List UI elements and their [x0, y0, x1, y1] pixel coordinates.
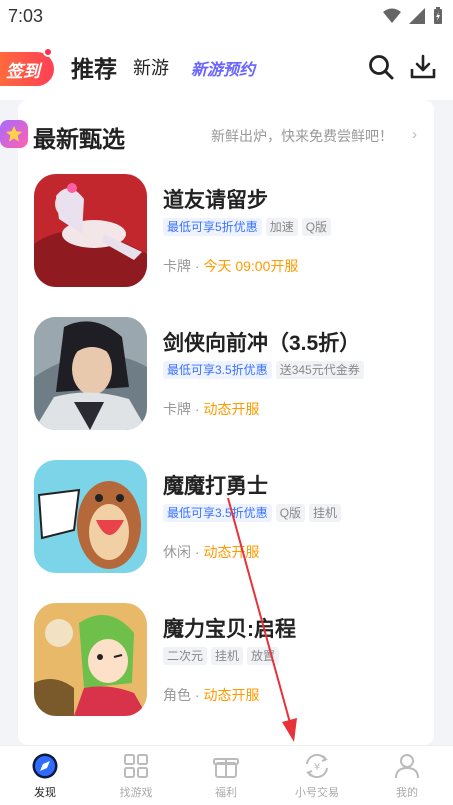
game-list-item[interactable]: 魔力宝贝:启程 二次元 挂机 放置 角色 · 动态开服 — [34, 603, 424, 721]
game-meta: 卡牌 · 动态开服 — [163, 399, 259, 419]
game-icon — [34, 317, 147, 430]
svg-text:¥: ¥ — [314, 762, 320, 773]
star-icon — [0, 120, 28, 148]
tab-new-games[interactable]: 新游 — [133, 54, 169, 80]
game-tag: 挂机 — [211, 647, 244, 665]
discount-tag: 最低可享3.5折优惠 — [163, 504, 272, 522]
release-status: 动态开服 — [203, 544, 260, 560]
game-tag: 挂机 — [309, 504, 342, 522]
discount-tag: 最低可享5折优惠 — [163, 218, 262, 236]
game-tags: 最低可享3.5折优惠 送345元代金券 — [163, 361, 364, 379]
game-name: 魔力宝贝:启程 — [163, 618, 296, 641]
game-list-item[interactable]: 剑侠向前冲（3.5折） 最低可享3.5折优惠 送345元代金券 卡牌 · 动态开… — [34, 317, 424, 435]
game-tag: 送345元代金券 — [275, 361, 364, 379]
game-tag: 二次元 — [163, 647, 208, 665]
nav-find-games-label: 找游戏 — [119, 787, 153, 799]
nav-welfare-label: 福利 — [215, 787, 237, 799]
compass-icon — [32, 753, 58, 779]
grid-icon — [124, 754, 148, 778]
game-icon — [34, 603, 147, 716]
game-tags: 最低可享3.5折优惠 Q版 挂机 — [163, 504, 342, 522]
featured-section: 最新甄选 新鲜出炉，快来免费尝鲜吧！ › 道友请留步 最低可享5折优惠 加速 Q… — [18, 100, 434, 745]
notification-dot — [43, 47, 53, 57]
chevron-right-icon[interactable]: › — [412, 126, 417, 143]
wifi-icon — [383, 8, 401, 23]
tab-new-game-reservation[interactable]: 新游预约 — [191, 56, 255, 80]
game-tag: 加速 — [265, 218, 298, 236]
release-status: 动态开服 — [203, 401, 260, 417]
release-status: 动态开服 — [203, 687, 260, 703]
user-icon — [395, 754, 419, 779]
gift-icon — [213, 758, 239, 778]
nav-account-trading[interactable]: ¥ 小号交易 — [282, 752, 352, 800]
game-icon — [34, 460, 147, 573]
game-name: 剑侠向前冲（3.5折） — [163, 332, 361, 355]
nav-find-games[interactable]: 找游戏 — [101, 752, 171, 800]
status-icons — [383, 7, 443, 25]
game-category: 卡牌 · — [163, 258, 204, 274]
nav-account-trading-label: 小号交易 — [295, 787, 339, 799]
game-tag: 放置 — [247, 647, 280, 665]
game-meta: 卡牌 · 今天 09:00开服 — [163, 256, 298, 276]
discount-tag: 最低可享3.5折优惠 — [163, 361, 272, 379]
section-title: 最新甄选 — [33, 126, 125, 152]
status-time: 7:03 — [8, 6, 44, 26]
nav-discover[interactable]: 发现 — [10, 752, 80, 800]
release-status: 今天 09:00开服 — [203, 258, 299, 274]
search-icon[interactable] — [366, 52, 396, 82]
top-nav: 签到 推荐 新游 新游预约 — [0, 34, 453, 100]
game-name: 魔魔打勇士 — [163, 475, 268, 498]
exchange-icon: ¥ — [306, 753, 328, 779]
game-tags: 最低可享5折优惠 加速 Q版 — [163, 218, 332, 236]
tab-recommend[interactable]: 推荐 — [71, 50, 117, 84]
section-subtitle[interactable]: 新鲜出炉，快来免费尝鲜吧！ — [211, 126, 393, 146]
game-list-item[interactable]: 道友请留步 最低可享5折优惠 加速 Q版 卡牌 · 今天 09:00开服 — [34, 174, 424, 292]
nav-discover-label: 发现 — [34, 787, 56, 799]
signal-icon — [409, 8, 425, 24]
game-tag: Q版 — [275, 504, 306, 522]
game-category: 休闲 · — [163, 544, 204, 560]
download-icon[interactable] — [408, 52, 438, 82]
game-meta: 休闲 · 动态开服 — [163, 542, 259, 562]
nav-profile[interactable]: 我的 — [372, 752, 442, 800]
game-list-item[interactable]: 魔魔打勇士 最低可享3.5折优惠 Q版 挂机 休闲 · 动态开服 — [34, 460, 424, 578]
nav-welfare[interactable]: 福利 — [191, 752, 261, 800]
game-category: 角色 · — [163, 687, 204, 703]
game-category: 卡牌 · — [163, 401, 204, 417]
game-icon — [34, 174, 147, 287]
game-tag: Q版 — [301, 218, 332, 236]
game-meta: 角色 · 动态开服 — [163, 685, 259, 705]
nav-profile-label: 我的 — [396, 787, 418, 799]
bottom-nav: 发现 找游戏 福利 ¥ 小号交易 我的 — [0, 745, 453, 805]
checkin-button[interactable]: 签到 — [0, 52, 54, 86]
game-tags: 二次元 挂机 放置 — [163, 647, 280, 665]
battery-icon — [434, 7, 442, 24]
status-bar: 7:03 — [0, 0, 453, 34]
checkin-label: 签到 — [6, 61, 40, 81]
game-name: 道友请留步 — [163, 189, 268, 212]
